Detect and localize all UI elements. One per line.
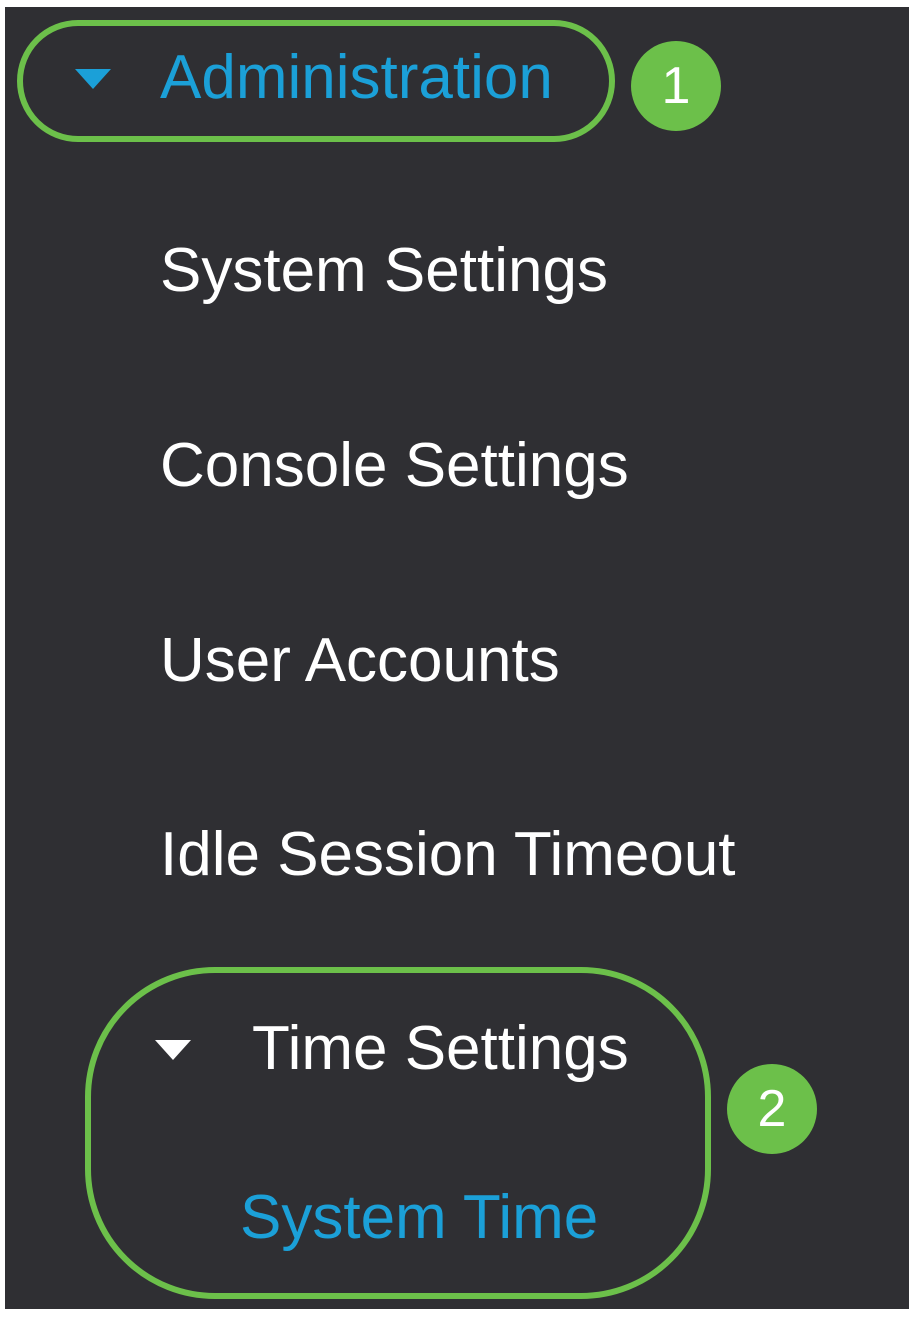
menu-item-user-accounts[interactable]: User Accounts bbox=[160, 630, 560, 692]
navigation-panel: Administration System Settings Console S… bbox=[5, 7, 909, 1309]
highlight-ring-time-settings bbox=[85, 967, 711, 1299]
menu-item-idle-session-timeout[interactable]: Idle Session Timeout bbox=[160, 824, 736, 886]
menu-item-console-settings[interactable]: Console Settings bbox=[160, 435, 629, 497]
highlight-ring-administration bbox=[17, 20, 615, 142]
callout-badge-2: 2 bbox=[727, 1064, 817, 1154]
menu-item-system-settings[interactable]: System Settings bbox=[160, 240, 608, 302]
callout-badge-1: 1 bbox=[631, 41, 721, 131]
callout-number: 1 bbox=[661, 57, 691, 115]
callout-number: 2 bbox=[757, 1080, 787, 1138]
